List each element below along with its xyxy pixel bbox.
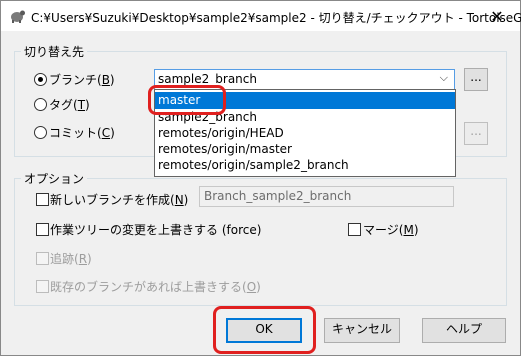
switch-checkout-dialog: C:¥Users¥Suzuki¥Desktop¥sample2¥sample2 …	[0, 0, 521, 356]
commit-radio[interactable]	[34, 126, 47, 139]
branch-radio-label[interactable]: ブランチ(B)	[49, 71, 115, 88]
switch-to-group-label: 切り替え先	[21, 43, 88, 60]
branch-combobox-value: sample2_branch	[158, 72, 257, 86]
track-checkbox[interactable]	[36, 252, 49, 265]
tag-radio[interactable]	[34, 98, 47, 111]
ok-highlight-annotation	[213, 306, 316, 354]
title-bar: C:¥Users¥Suzuki¥Desktop¥sample2¥sample2 …	[1, 1, 521, 31]
new-branch-checkbox[interactable]	[36, 193, 49, 206]
new-branch-label[interactable]: 新しいブランチを作成(N)	[50, 191, 188, 208]
options-group-label: オプション	[21, 170, 88, 187]
commit-browse-button[interactable]: ...	[464, 122, 488, 145]
window-title: C:¥Users¥Suzuki¥Desktop¥sample2¥sample2 …	[31, 11, 521, 25]
dropdown-item-remotes-origin-master[interactable]: remotes/origin/master	[155, 141, 455, 158]
dropdown-item-remotes-origin-head[interactable]: remotes/origin/HEAD	[155, 125, 455, 142]
dropdown-item-remotes-origin-sample2-branch[interactable]: remotes/origin/sample2_branch	[155, 157, 455, 174]
help-button[interactable]: ヘルプ	[422, 318, 506, 343]
master-highlight-annotation	[148, 85, 226, 115]
merge-checkbox[interactable]	[348, 223, 361, 236]
track-label[interactable]: 追跡(R)	[50, 250, 92, 267]
overwrite-branch-label[interactable]: 既存のブランチがあれば上書きする(O)	[50, 278, 261, 295]
tag-radio-label[interactable]: タグ(T)	[49, 96, 90, 113]
branch-radio[interactable]	[34, 73, 47, 86]
close-button[interactable]: ✕	[474, 1, 520, 31]
merge-label[interactable]: マージ(M)	[363, 221, 419, 238]
overwrite-branch-checkbox[interactable]	[36, 280, 49, 293]
chevron-down-icon[interactable]: ⌵	[440, 71, 448, 85]
new-branch-name-input[interactable]: Branch_sample2_branch	[199, 186, 454, 207]
tortoisegit-icon	[11, 10, 25, 23]
commit-radio-label[interactable]: コミット(C)	[49, 124, 115, 141]
force-overwrite-label[interactable]: 作業ツリーの変更を上書きする (force)	[50, 221, 261, 238]
cancel-button[interactable]: キャンセル	[324, 318, 400, 343]
force-overwrite-checkbox[interactable]	[36, 223, 49, 236]
branch-browse-button[interactable]: ...	[464, 68, 488, 91]
